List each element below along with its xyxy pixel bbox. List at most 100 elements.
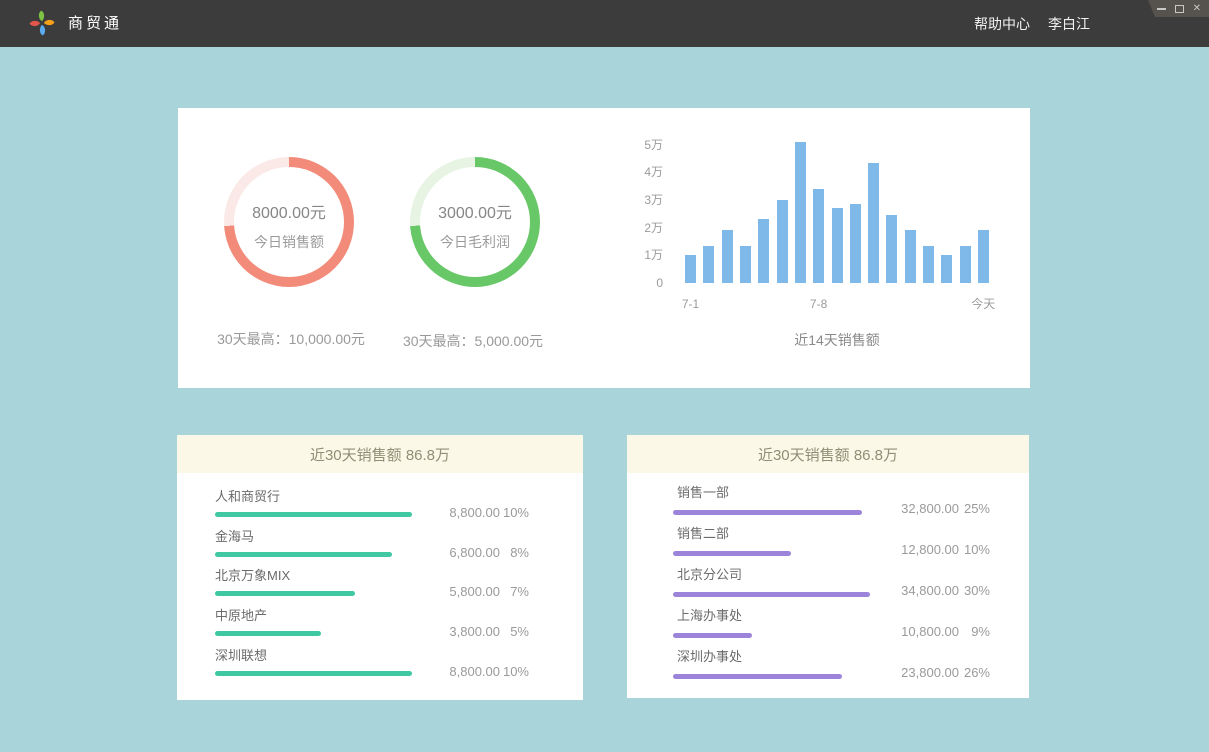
item-bar [215,671,412,676]
ranking-title: 近30天销售额 86.8万 [627,435,1029,473]
chart-bar [978,230,989,283]
help-center-link[interactable]: 帮助中心 [974,14,1030,34]
item-value: 8,800.00 [449,505,500,521]
chart-bar [703,246,714,283]
item-name: 人和商贸行 [215,489,583,505]
item-bar [215,631,321,636]
item-value: 3,800.00 [449,624,500,640]
item-percent: 10% [503,505,529,521]
titlebar-links: 帮助中心 李白江 [974,0,1090,47]
minimize-icon[interactable] [1157,8,1166,10]
ranking-list: 人和商贸行 8,800.00 10% 金海马 6,800.00 8% 北京万象M… [177,473,583,700]
item-name: 深圳联想 [215,648,583,664]
item-percent: 8% [510,545,529,561]
item-bar [673,633,752,638]
item-bar [673,510,862,515]
item-bar-track [215,671,412,676]
item-name: 中原地产 [215,608,583,624]
item-percent: 9% [971,624,990,640]
maximize-icon[interactable] [1175,5,1184,13]
list-item: 北京万象MIX 5,800.00 7% [215,568,583,608]
chart-bar [722,230,733,283]
item-bar [215,552,392,557]
ranking-list: 销售一部 32,800.00 25% 销售二部 12,800.00 10% 北京… [627,473,1029,698]
y-tick-label: 3万 [644,193,663,207]
item-name: 销售一部 [677,485,1029,501]
chart-bar [777,200,788,283]
chart-bar [685,255,696,283]
y-tick-label: 0 [656,276,663,290]
list-item: 深圳办事处 23,800.00 26% [673,649,1029,690]
item-bar-track [673,510,870,515]
chart-x-axis: 7-17-8今天 [685,297,989,313]
user-menu[interactable]: 李白江 [1048,14,1090,34]
app-logo-icon [28,9,56,37]
item-bar-track [215,631,412,636]
item-bar-track [673,633,870,638]
list-item: 北京分公司 34,800.00 30% [673,567,1029,608]
chart-bar [758,219,769,283]
x-tick-label: 今天 [971,297,995,311]
customer-sales-ranking-card: 近30天销售额 86.8万 人和商贸行 8,800.00 10% 金海马 6,8… [177,435,583,700]
item-name: 北京分公司 [677,567,1029,583]
item-bar-track [215,552,412,557]
chart-bar [905,230,916,283]
chart-bar [868,163,879,283]
item-bar-track [215,512,412,517]
window-controls: ✕ [1148,0,1209,17]
chart-bar [813,189,824,283]
list-item: 金海马 6,800.00 8% [215,529,583,569]
chart-bar [795,142,806,283]
item-name: 北京万象MIX [215,568,583,584]
item-value: 8,800.00 [449,664,500,680]
item-value: 6,800.00 [449,545,500,561]
chart-bar [832,208,843,283]
item-percent: 10% [964,542,990,558]
sales-14d-chart: 5万4万3万2万1万0 7-17-8今天 近14天销售额 [178,108,1030,388]
item-percent: 5% [510,624,529,640]
y-tick-label: 5万 [644,138,663,152]
chart-bar [923,246,934,283]
item-value: 12,800.00 [901,542,959,558]
item-value: 32,800.00 [901,501,959,517]
ranking-title: 近30天销售额 86.8万 [177,435,583,473]
item-bar [215,591,355,596]
chart-bar [886,215,897,283]
item-bar-track [673,674,870,679]
list-item: 销售一部 32,800.00 25% [673,485,1029,526]
list-item: 人和商贸行 8,800.00 10% [215,489,583,529]
x-tick-label: 7-1 [682,297,699,311]
app-title: 商贸通 [68,0,122,47]
y-tick-label: 1万 [644,248,663,262]
item-value: 23,800.00 [901,665,959,681]
item-bar-track [673,551,870,556]
y-tick-label: 4万 [644,165,663,179]
chart-bar [850,204,861,283]
item-bar [215,512,412,517]
item-percent: 30% [964,583,990,599]
item-name: 销售二部 [677,526,1029,542]
chart-bar [740,246,751,283]
titlebar: 商贸通 帮助中心 李白江 ✕ [0,0,1209,47]
item-name: 金海马 [215,529,583,545]
close-icon[interactable]: ✕ [1193,4,1201,14]
item-percent: 10% [503,664,529,680]
list-item: 深圳联想 8,800.00 10% [215,648,583,688]
item-percent: 7% [510,584,529,600]
chart-title: 近14天销售额 [685,330,989,350]
item-bar [673,674,842,679]
item-value: 34,800.00 [901,583,959,599]
chart-plot [685,142,989,283]
item-name: 深圳办事处 [677,649,1029,665]
item-bar [673,592,870,597]
item-percent: 25% [964,501,990,517]
item-bar-track [215,591,412,596]
item-bar [673,551,791,556]
item-name: 上海办事处 [677,608,1029,624]
item-value: 10,800.00 [901,624,959,640]
list-item: 中原地产 3,800.00 5% [215,608,583,648]
chart-bar [941,255,952,283]
item-bar-track [673,592,870,597]
overview-card: 8000.00元 今日销售额 3000.00元 今日毛利润 30天最高：10,0… [178,108,1030,388]
list-item: 上海办事处 10,800.00 9% [673,608,1029,649]
